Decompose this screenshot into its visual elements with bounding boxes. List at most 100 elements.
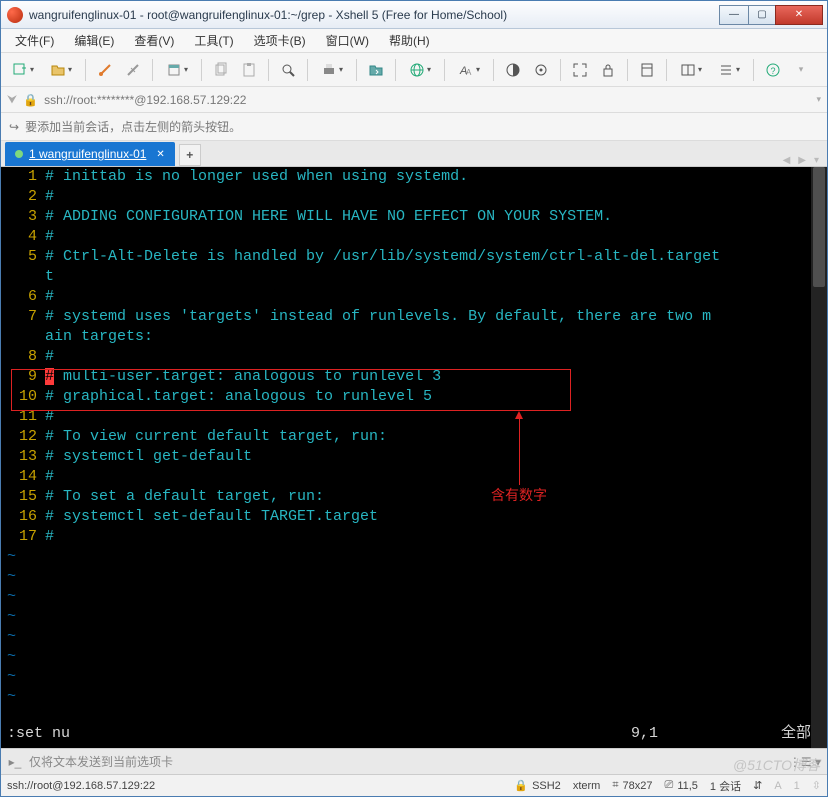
- annotation-arrowhead-icon: [515, 411, 523, 419]
- send-bar: ▸_ 仅将文本发送到当前选项卡 ⋮☰ ▾: [1, 748, 827, 774]
- terminal-line: 2#: [1, 187, 811, 207]
- xftp-button[interactable]: [365, 59, 387, 81]
- fullscreen-button[interactable]: [569, 59, 591, 81]
- calc-button[interactable]: [636, 59, 658, 81]
- hint-arrow-icon[interactable]: ↪: [9, 120, 19, 134]
- paste-button[interactable]: [238, 59, 260, 81]
- tab-bar: 1 wangruifenglinux-01 ✕ + ◀ ▶ ▾: [1, 141, 827, 167]
- terminal-empty-line: ~: [1, 627, 811, 647]
- properties-button[interactable]: [161, 59, 193, 81]
- svg-text:A: A: [466, 68, 472, 77]
- menu-help[interactable]: 帮助(H): [381, 30, 438, 51]
- menu-view[interactable]: 查看(V): [126, 30, 182, 51]
- address-input[interactable]: ssh://root:********@192.168.57.129:22: [44, 93, 810, 107]
- terminal-line: 15# To set a default target, run:: [1, 487, 811, 507]
- terminal-line: 17#: [1, 527, 811, 547]
- addressbar-arrow-icon[interactable]: ⮟: [7, 92, 17, 107]
- terminal-line: 1# inittab is no longer used when using …: [1, 167, 811, 187]
- send-input-icon[interactable]: ▸_: [7, 755, 23, 769]
- maximize-button[interactable]: ▢: [748, 5, 776, 25]
- menu-tab[interactable]: 选项卡(B): [246, 30, 314, 51]
- terminal-line: 3# ADDING CONFIGURATION HERE WILL HAVE N…: [1, 207, 811, 227]
- terminal-line: 12# To view current default target, run:: [1, 427, 811, 447]
- menu-tools[interactable]: 工具(T): [186, 30, 241, 51]
- annotation-label: 含有数字: [491, 487, 547, 507]
- tab-close-icon[interactable]: ✕: [156, 149, 164, 160]
- tab-next-icon[interactable]: ▶: [794, 155, 810, 166]
- lock-icon: 🔒: [23, 93, 38, 107]
- status-address: ssh://root@192.168.57.129:22: [7, 780, 155, 792]
- vim-command: :set nu: [7, 724, 631, 744]
- terminal-line: 4#: [1, 227, 811, 247]
- num-indicator: 1: [794, 780, 800, 792]
- addressbar-overflow[interactable]: ▾: [816, 94, 821, 105]
- minimize-button[interactable]: —: [719, 5, 749, 25]
- copy-button[interactable]: [210, 59, 232, 81]
- send-input[interactable]: 仅将文本发送到当前选项卡: [29, 753, 783, 770]
- terminal-empty-line: ~: [1, 647, 811, 667]
- vim-scroll-indicator: 全部: [751, 724, 811, 744]
- print-button[interactable]: [316, 59, 348, 81]
- toolbar-overflow[interactable]: ▾: [790, 59, 812, 81]
- terminal-empty-line: ~: [1, 547, 811, 567]
- session-tab[interactable]: 1 wangruifenglinux-01 ✕: [5, 142, 175, 166]
- terminal-empty-line: ~: [1, 667, 811, 687]
- terminal-scrollbar[interactable]: [811, 167, 827, 748]
- terminal-line-wrap: t: [1, 267, 811, 287]
- terminal-line: 13# systemctl get-default: [1, 447, 811, 467]
- lock-small-icon: 🔒: [514, 779, 528, 792]
- lock-button[interactable]: [597, 59, 619, 81]
- status-term: xterm: [573, 780, 601, 792]
- open-session-button[interactable]: [45, 59, 77, 81]
- terminal-empty-line: ~: [1, 567, 811, 587]
- new-session-button[interactable]: [7, 59, 39, 81]
- disconnect-button[interactable]: [122, 59, 144, 81]
- terminal-empty-line: ~: [1, 587, 811, 607]
- close-button[interactable]: ✕: [775, 5, 823, 25]
- vim-cursor-pos: 9,1: [631, 724, 751, 744]
- annotation-line: [519, 419, 520, 485]
- status-net: ⇵↑ ↓: [753, 779, 762, 792]
- tab-status-dot-icon: [15, 150, 23, 158]
- terminal-empty-line: ~: [1, 607, 811, 627]
- font-button[interactable]: AA: [453, 59, 485, 81]
- app-icon: [7, 7, 23, 23]
- svg-text:?: ?: [771, 66, 776, 76]
- status-size: ⌗78x27: [612, 779, 652, 792]
- titlebar: wangruifenglinux-01 - root@wangruifengli…: [1, 1, 827, 29]
- size-icon: ⌗: [612, 779, 618, 792]
- aim-button[interactable]: [530, 59, 552, 81]
- layout-button[interactable]: [675, 59, 707, 81]
- terminal-line: 14#: [1, 467, 811, 487]
- status-session: 1 会话: [710, 778, 741, 794]
- menu-file[interactable]: 文件(F): [7, 30, 62, 51]
- terminal[interactable]: 1# inittab is no longer used when using …: [1, 167, 827, 748]
- globe-button[interactable]: [404, 59, 436, 81]
- terminal-line: 7# systemd uses 'targets' instead of run…: [1, 307, 811, 327]
- tab-menu-icon[interactable]: ▾: [810, 155, 823, 166]
- status-enc: ⎚11,5: [665, 779, 698, 792]
- terminal-line: 6#: [1, 287, 811, 307]
- help-button[interactable]: ?: [762, 59, 784, 81]
- color-button[interactable]: [502, 59, 524, 81]
- terminal-status-line: :set nu 9,1 全部: [7, 724, 811, 744]
- status-bar: ssh://root@192.168.57.129:22 🔒SSH2 xterm…: [1, 774, 827, 796]
- terminal-line: 16# systemctl set-default TARGET.target: [1, 507, 811, 527]
- window-title: wangruifenglinux-01 - root@wangruifengli…: [29, 8, 720, 22]
- find-button[interactable]: [277, 59, 299, 81]
- net-icon: ⇵: [753, 779, 762, 792]
- scroll-indicator: ⇳: [812, 779, 821, 792]
- enc-icon: ⎚: [665, 779, 674, 792]
- send-target-dropdown[interactable]: ⋮☰ ▾: [789, 755, 821, 769]
- reconnect-button[interactable]: [94, 59, 116, 81]
- tab-prev-icon[interactable]: ◀: [779, 155, 795, 166]
- address-bar: ⮟ 🔒 ssh://root:********@192.168.57.129:2…: [1, 87, 827, 113]
- menu-edit[interactable]: 编辑(E): [66, 30, 122, 51]
- menu-window[interactable]: 窗口(W): [318, 30, 377, 51]
- list-button[interactable]: [713, 59, 745, 81]
- hint-text: 要添加当前会话，点击左侧的箭头按钮。: [25, 118, 241, 135]
- terminal-line: 8#: [1, 347, 811, 367]
- tab-label: 1 wangruifenglinux-01: [29, 147, 146, 161]
- cap-indicator: A: [774, 780, 781, 792]
- new-tab-button[interactable]: +: [179, 144, 201, 166]
